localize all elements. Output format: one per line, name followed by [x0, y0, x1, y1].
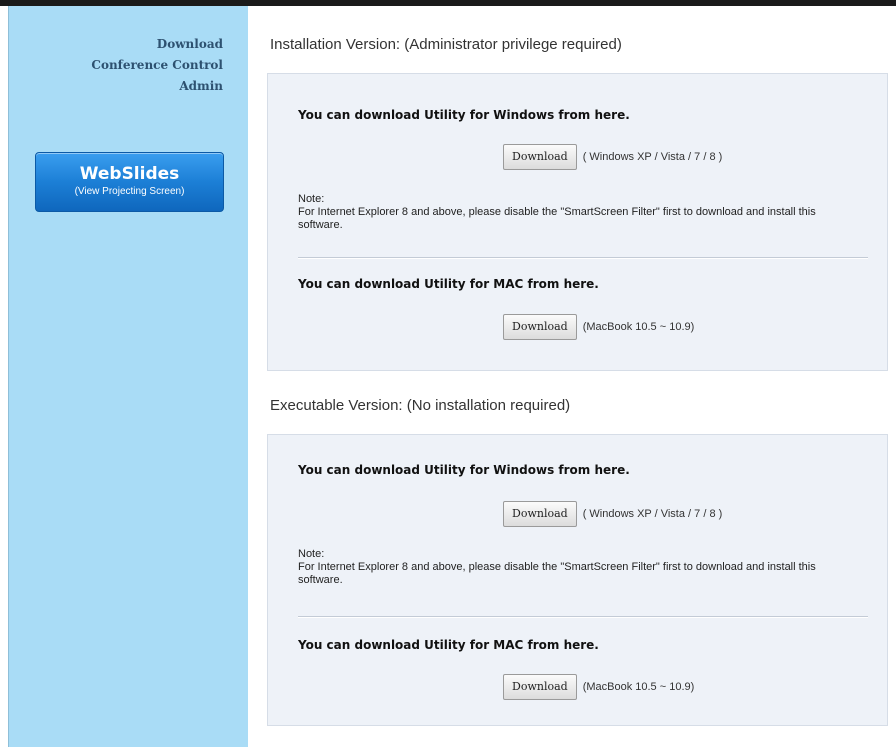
windows-download-button[interactable]: Download	[503, 501, 577, 527]
section-divider	[298, 616, 868, 618]
note-title: Note:	[298, 548, 325, 560]
windows-heading: You can download Utility for Windows fro…	[298, 108, 630, 122]
note-text: For Internet Explorer 8 and above, pleas…	[298, 561, 816, 586]
mac-heading: You can download Utility for MAC from he…	[298, 277, 599, 291]
sidebar: Download Conference Control Admin WebSli…	[8, 6, 248, 747]
mac-download-row: Download (MacBook 10.5 ~ 10.9)	[503, 314, 694, 340]
mac-download-row: Download (MacBook 10.5 ~ 10.9)	[503, 674, 694, 700]
note-title: Note:	[298, 193, 325, 205]
mac-compat-text: (MacBook 10.5 ~ 10.9)	[582, 681, 695, 693]
installation-panel: You can download Utility for Windows fro…	[267, 73, 888, 371]
webslides-button[interactable]: WebSlides (View Projecting Screen)	[35, 152, 224, 212]
mac-compat-text: (MacBook 10.5 ~ 10.9)	[582, 321, 695, 333]
installation-section-title: Installation Version: (Administrator pri…	[270, 36, 622, 53]
nav-download[interactable]: Download	[91, 34, 223, 55]
windows-download-row: Download ( Windows XP / Vista / 7 / 8 )	[503, 144, 722, 170]
webslides-subtitle: (View Projecting Screen)	[74, 186, 185, 197]
executable-section-title: Executable Version: (No installation req…	[270, 397, 571, 414]
windows-download-row: Download ( Windows XP / Vista / 7 / 8 )	[503, 501, 722, 527]
mac-heading: You can download Utility for MAC from he…	[298, 638, 599, 652]
sidebar-nav: Download Conference Control Admin	[91, 34, 223, 97]
webslides-title: WebSlides	[79, 164, 180, 184]
nav-admin[interactable]: Admin	[91, 76, 223, 97]
mac-download-button[interactable]: Download	[503, 674, 577, 700]
executable-panel: You can download Utility for Windows fro…	[267, 434, 888, 726]
windows-compat-text: ( Windows XP / Vista / 7 / 8 )	[582, 508, 723, 520]
nav-conference-control[interactable]: Conference Control	[91, 55, 223, 76]
note-text: For Internet Explorer 8 and above, pleas…	[298, 206, 816, 231]
windows-compat-text: ( Windows XP / Vista / 7 / 8 )	[582, 151, 723, 163]
mac-download-button[interactable]: Download	[503, 314, 577, 340]
windows-heading: You can download Utility for Windows fro…	[298, 463, 630, 477]
section-divider	[298, 257, 868, 259]
windows-download-button[interactable]: Download	[503, 144, 577, 170]
